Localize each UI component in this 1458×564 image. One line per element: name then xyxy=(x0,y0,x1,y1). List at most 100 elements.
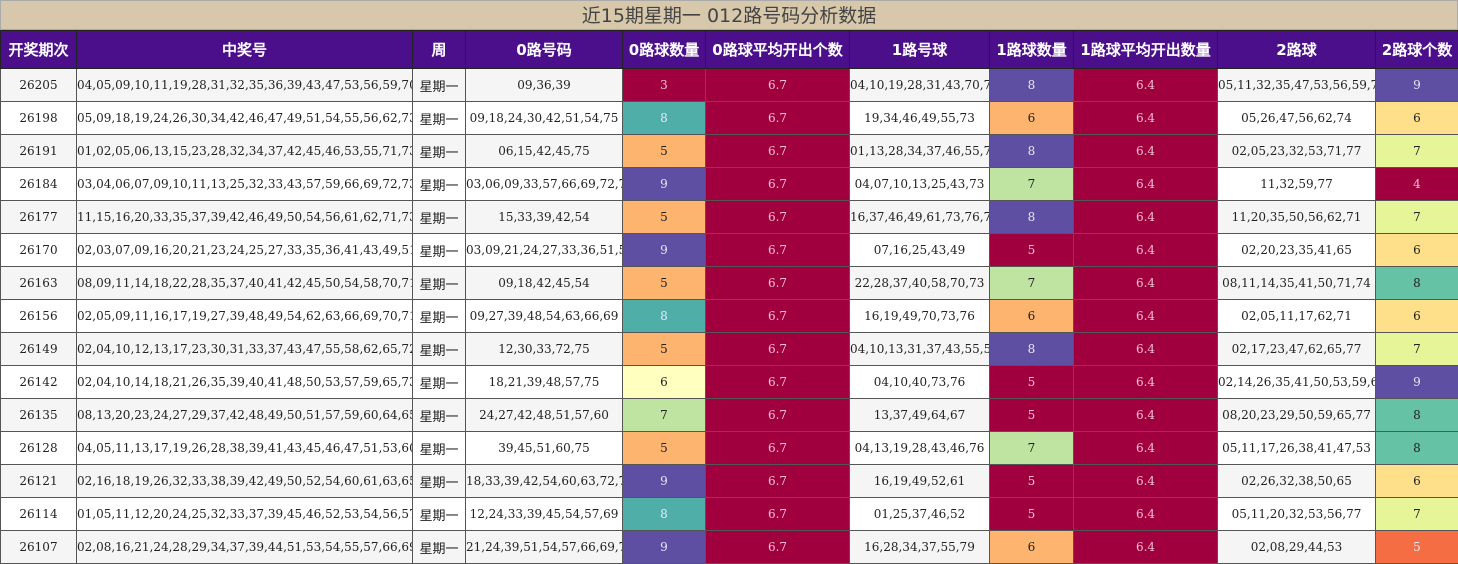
col-header-issue: 开奖期次 xyxy=(1,31,77,69)
col-header-route2-numbers: 2路球 xyxy=(1218,31,1376,69)
route1-average-cell: 6.4 xyxy=(1074,333,1218,366)
week-cell: 星期一 xyxy=(413,399,466,432)
route1-average-cell: 6.4 xyxy=(1074,102,1218,135)
route1-count-cell: 8 xyxy=(990,201,1074,234)
route2-numbers-cell: 02,20,23,35,41,65 xyxy=(1218,234,1376,267)
route1-average-cell: 6.4 xyxy=(1074,201,1218,234)
route0-average-cell: 6.7 xyxy=(706,102,850,135)
header-row: 开奖期次 中奖号 周 0路号码 0路球数量 0路球平均开出个数 1路号球 1路球… xyxy=(1,31,1458,69)
route0-numbers-cell: 39,45,51,60,75 xyxy=(466,432,623,465)
route0-numbers-cell: 03,09,21,24,27,33,36,51,57 xyxy=(466,234,623,267)
winning-numbers-cell: 02,03,07,09,16,20,21,23,24,25,27,33,35,3… xyxy=(77,234,413,267)
issue-cell: 26107 xyxy=(1,531,77,564)
route0-numbers-cell: 03,06,09,33,57,66,69,72,78 xyxy=(466,168,623,201)
table-row: 2614902,04,10,12,13,17,23,30,31,33,37,43… xyxy=(1,333,1458,366)
route2-count-cell: 6 xyxy=(1376,300,1458,333)
winning-numbers-cell: 02,04,10,12,13,17,23,30,31,33,37,43,47,5… xyxy=(77,333,413,366)
table-row: 2619101,02,05,06,13,15,23,28,32,34,37,42… xyxy=(1,135,1458,168)
week-cell: 星期一 xyxy=(413,465,466,498)
issue-cell: 26156 xyxy=(1,300,77,333)
week-cell: 星期一 xyxy=(413,135,466,168)
week-cell: 星期一 xyxy=(413,234,466,267)
route1-count-cell: 5 xyxy=(990,465,1074,498)
route1-count-cell: 5 xyxy=(990,399,1074,432)
route0-count-cell: 9 xyxy=(623,531,706,564)
issue-cell: 26177 xyxy=(1,201,77,234)
analysis-panel: 近15期星期一 012路号码分析数据 开奖期次 中奖号 周 0路号码 0路球数量… xyxy=(0,0,1458,564)
week-cell: 星期一 xyxy=(413,366,466,399)
route2-count-cell: 7 xyxy=(1376,498,1458,531)
route0-numbers-cell: 09,36,39 xyxy=(466,69,623,102)
week-cell: 星期一 xyxy=(413,102,466,135)
route2-count-cell: 7 xyxy=(1376,135,1458,168)
table-row: 2619805,09,18,19,24,26,30,34,42,46,47,49… xyxy=(1,102,1458,135)
col-header-route0-average: 0路球平均开出个数 xyxy=(706,31,850,69)
route0-average-cell: 6.7 xyxy=(706,366,850,399)
issue-cell: 26163 xyxy=(1,267,77,300)
route0-average-cell: 6.7 xyxy=(706,201,850,234)
route1-numbers-cell: 19,34,46,49,55,73 xyxy=(850,102,990,135)
week-cell: 星期一 xyxy=(413,300,466,333)
route1-average-cell: 6.4 xyxy=(1074,300,1218,333)
table-title: 近15期星期一 012路号码分析数据 xyxy=(0,0,1458,30)
route1-count-cell: 6 xyxy=(990,102,1074,135)
route0-count-cell: 8 xyxy=(623,498,706,531)
route1-count-cell: 6 xyxy=(990,531,1074,564)
winning-numbers-cell: 02,08,16,21,24,28,29,34,37,39,44,51,53,5… xyxy=(77,531,413,564)
route2-count-cell: 9 xyxy=(1376,366,1458,399)
issue-cell: 26198 xyxy=(1,102,77,135)
route2-numbers-cell: 11,20,35,50,56,62,71 xyxy=(1218,201,1376,234)
winning-numbers-cell: 03,04,06,07,09,10,11,13,25,32,33,43,57,5… xyxy=(77,168,413,201)
route0-numbers-cell: 09,18,24,30,42,51,54,75 xyxy=(466,102,623,135)
winning-numbers-cell: 04,05,11,13,17,19,26,28,38,39,41,43,45,4… xyxy=(77,432,413,465)
route2-count-cell: 6 xyxy=(1376,465,1458,498)
route0-numbers-cell: 09,27,39,48,54,63,66,69 xyxy=(466,300,623,333)
route1-average-cell: 6.4 xyxy=(1074,366,1218,399)
table-row: 2617711,15,16,20,33,35,37,39,42,46,49,50… xyxy=(1,201,1458,234)
route0-average-cell: 6.7 xyxy=(706,69,850,102)
col-header-winning-numbers: 中奖号 xyxy=(77,31,413,69)
route1-count-cell: 5 xyxy=(990,498,1074,531)
week-cell: 星期一 xyxy=(413,333,466,366)
route2-count-cell: 8 xyxy=(1376,399,1458,432)
route0-average-cell: 6.7 xyxy=(706,465,850,498)
issue-cell: 26149 xyxy=(1,333,77,366)
issue-cell: 26142 xyxy=(1,366,77,399)
route1-average-cell: 6.4 xyxy=(1074,399,1218,432)
route1-numbers-cell: 16,19,49,52,61 xyxy=(850,465,990,498)
route0-count-cell: 9 xyxy=(623,168,706,201)
week-cell: 星期一 xyxy=(413,432,466,465)
route0-average-cell: 6.7 xyxy=(706,234,850,267)
route2-count-cell: 6 xyxy=(1376,234,1458,267)
route1-numbers-cell: 07,16,25,43,49 xyxy=(850,234,990,267)
route1-count-cell: 7 xyxy=(990,432,1074,465)
route1-average-cell: 6.4 xyxy=(1074,234,1218,267)
route1-count-cell: 8 xyxy=(990,333,1074,366)
issue-cell: 26184 xyxy=(1,168,77,201)
route2-numbers-cell: 02,05,11,17,62,71 xyxy=(1218,300,1376,333)
route1-count-cell: 8 xyxy=(990,135,1074,168)
issue-cell: 26205 xyxy=(1,69,77,102)
route2-numbers-cell: 02,17,23,47,62,65,77 xyxy=(1218,333,1376,366)
issue-cell: 26191 xyxy=(1,135,77,168)
route2-numbers-cell: 11,32,59,77 xyxy=(1218,168,1376,201)
issue-cell: 26128 xyxy=(1,432,77,465)
route1-numbers-cell: 04,07,10,13,25,43,73 xyxy=(850,168,990,201)
route0-average-cell: 6.7 xyxy=(706,333,850,366)
table-body: 2620504,05,09,10,11,19,28,31,32,35,36,39… xyxy=(1,69,1458,564)
table-row: 2614202,04,10,14,18,21,26,35,39,40,41,48… xyxy=(1,366,1458,399)
route0-average-cell: 6.7 xyxy=(706,168,850,201)
winning-numbers-cell: 02,05,09,11,16,17,19,27,39,48,49,54,62,6… xyxy=(77,300,413,333)
issue-cell: 26135 xyxy=(1,399,77,432)
table-row: 2612102,16,18,19,26,32,33,38,39,42,49,50… xyxy=(1,465,1458,498)
winning-numbers-cell: 05,09,18,19,24,26,30,34,42,46,47,49,51,5… xyxy=(77,102,413,135)
route1-average-cell: 6.4 xyxy=(1074,135,1218,168)
col-header-route1-average: 1路球平均开出数量 xyxy=(1074,31,1218,69)
route2-count-cell: 6 xyxy=(1376,102,1458,135)
route0-count-cell: 6 xyxy=(623,366,706,399)
route0-numbers-cell: 06,15,42,45,75 xyxy=(466,135,623,168)
route0-numbers-cell: 15,33,39,42,54 xyxy=(466,201,623,234)
route0-numbers-cell: 12,24,33,39,45,54,57,69 xyxy=(466,498,623,531)
route2-count-cell: 8 xyxy=(1376,432,1458,465)
route2-numbers-cell: 05,11,17,26,38,41,47,53 xyxy=(1218,432,1376,465)
